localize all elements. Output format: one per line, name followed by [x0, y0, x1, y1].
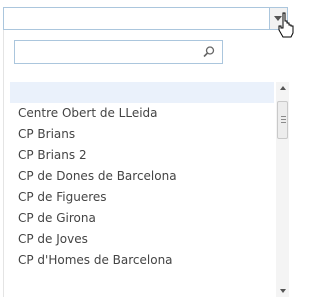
dropdown-panel: Centre Obert de LLeida CP Brians CP Bria… [3, 30, 289, 297]
hand-cursor-icon [278, 12, 294, 38]
list-item[interactable]: Centre Obert de LLeida [10, 103, 274, 124]
list-item[interactable]: CP de Joves [10, 229, 274, 250]
arrow-down-icon [280, 289, 286, 293]
list-item[interactable]: CP de Figueres [10, 187, 274, 208]
option-list: Centre Obert de LLeida CP Brians CP Bria… [10, 82, 274, 297]
arrow-up-icon [280, 86, 286, 90]
vertical-scrollbar[interactable] [276, 82, 289, 297]
combo-select[interactable] [3, 7, 270, 30]
search-box[interactable] [14, 40, 223, 64]
list-item[interactable]: CP Brians 2 [10, 145, 274, 166]
scroll-thumb[interactable] [277, 101, 288, 139]
list-item-empty[interactable] [10, 82, 274, 103]
scroll-up-button[interactable] [276, 82, 289, 94]
list-item[interactable]: CP Brians [10, 124, 274, 145]
grip-line [281, 119, 286, 120]
scroll-down-button[interactable] [276, 285, 289, 297]
search-input[interactable] [17, 43, 197, 61]
grip-line [281, 122, 286, 123]
search-icon[interactable] [202, 45, 216, 59]
grip-line [281, 116, 286, 117]
list-item[interactable]: CP de Dones de Barcelona [10, 166, 274, 187]
list-item[interactable]: CP d'Homes de Barcelona [10, 250, 274, 271]
list-item[interactable]: CP de Girona [10, 208, 274, 229]
